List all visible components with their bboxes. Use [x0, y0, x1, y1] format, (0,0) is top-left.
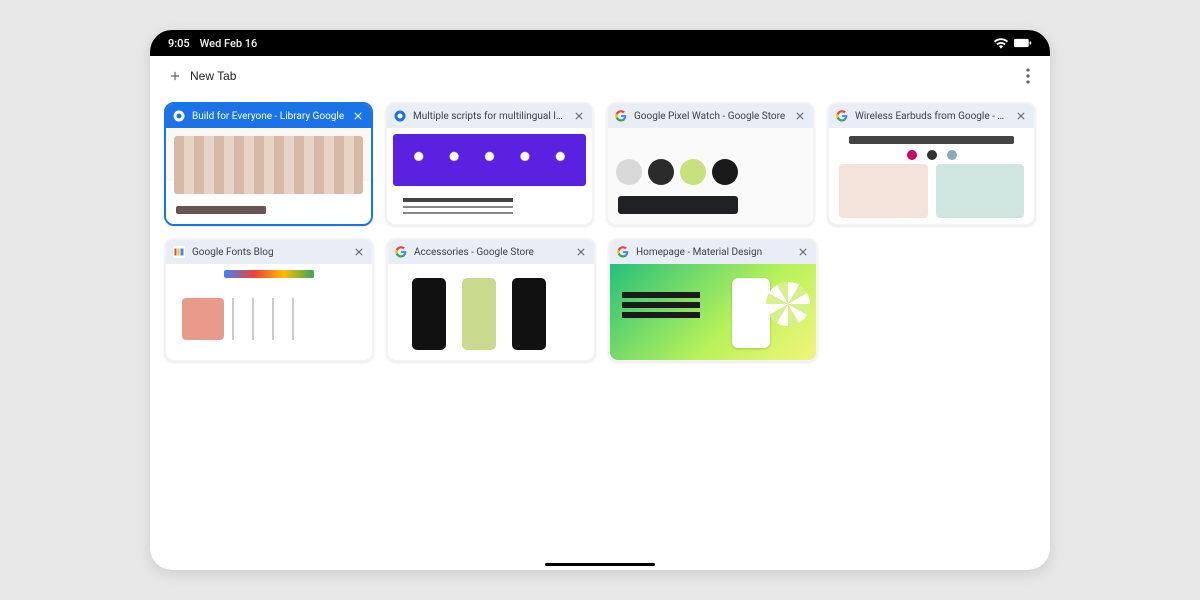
tab-switcher-grid[interactable]: Build for Everyone - Library Google Multi…	[150, 96, 1050, 570]
close-tab-button[interactable]	[352, 245, 366, 259]
status-time: 9:05	[168, 37, 190, 50]
status-date: Wed Feb 16	[200, 37, 258, 50]
tab-thumbnail	[388, 264, 594, 360]
tab-row: Google Fonts Blog Accessories - Google St…	[164, 238, 1036, 362]
kebab-icon	[1026, 68, 1030, 84]
tab-card[interactable]: Google Fonts Blog	[164, 238, 374, 362]
tab-header: Build for Everyone - Library Google	[166, 104, 371, 128]
tab-title: Build for Everyone - Library Google	[192, 111, 345, 122]
favicon-icon	[172, 245, 186, 259]
tab-title: Google Fonts Blog	[192, 247, 346, 258]
close-tab-button[interactable]	[796, 245, 810, 259]
tab-thumbnail	[608, 128, 813, 224]
close-tab-button[interactable]	[351, 109, 365, 123]
favicon-icon	[614, 109, 628, 123]
close-tab-button[interactable]	[572, 109, 586, 123]
plus-icon	[168, 69, 182, 83]
tab-card[interactable]: Multiple scripts for multilingual Ind	[385, 102, 594, 226]
close-tab-button[interactable]	[574, 245, 588, 259]
favicon-icon	[394, 245, 408, 259]
tab-thumbnail	[166, 128, 371, 224]
tab-title: Accessories - Google Store	[414, 247, 568, 258]
new-tab-label: New Tab	[190, 69, 236, 83]
tab-header: Accessories - Google Store	[388, 240, 594, 264]
favicon-icon	[616, 245, 630, 259]
wifi-icon	[994, 38, 1008, 49]
tab-card[interactable]: Build for Everyone - Library Google	[164, 102, 373, 226]
tab-thumbnail	[387, 128, 592, 224]
favicon-icon	[393, 109, 407, 123]
favicon-icon	[835, 109, 849, 123]
close-tab-button[interactable]	[793, 109, 807, 123]
tab-thumbnail	[829, 128, 1034, 224]
tab-thumbnail	[166, 264, 372, 360]
close-tab-button[interactable]	[1014, 109, 1028, 123]
tab-title: Wireless Earbuds from Google - Go	[855, 111, 1008, 122]
tab-row: Build for Everyone - Library Google Multi…	[164, 102, 1036, 226]
battery-icon	[1014, 38, 1032, 48]
tab-title: Multiple scripts for multilingual Ind	[413, 111, 566, 122]
status-bar: 9:05 Wed Feb 16	[150, 30, 1050, 56]
home-indicator[interactable]	[545, 563, 655, 566]
status-icons	[994, 38, 1032, 49]
tab-card[interactable]: Wireless Earbuds from Google - Go	[827, 102, 1036, 226]
tab-title: Homepage - Material Design	[636, 247, 790, 258]
tab-title: Google Pixel Watch - Google Store	[634, 111, 787, 122]
favicon-icon	[172, 109, 186, 123]
tab-header: Google Pixel Watch - Google Store	[608, 104, 813, 128]
browser-toolbar: New Tab	[150, 56, 1050, 96]
tab-header: Homepage - Material Design	[610, 240, 816, 264]
tab-card[interactable]: Google Pixel Watch - Google Store	[606, 102, 815, 226]
tab-header: Google Fonts Blog	[166, 240, 372, 264]
tab-header: Wireless Earbuds from Google - Go	[829, 104, 1034, 128]
new-tab-button[interactable]: New Tab	[164, 63, 240, 89]
tablet-frame: 9:05 Wed Feb 16 New Tab Build for Everyo…	[150, 30, 1050, 570]
overflow-menu-button[interactable]	[1020, 62, 1036, 90]
tab-header: Multiple scripts for multilingual Ind	[387, 104, 592, 128]
tab-card[interactable]: Accessories - Google Store	[386, 238, 596, 362]
tab-card[interactable]: Homepage - Material Design	[608, 238, 818, 362]
tab-thumbnail	[610, 264, 816, 360]
